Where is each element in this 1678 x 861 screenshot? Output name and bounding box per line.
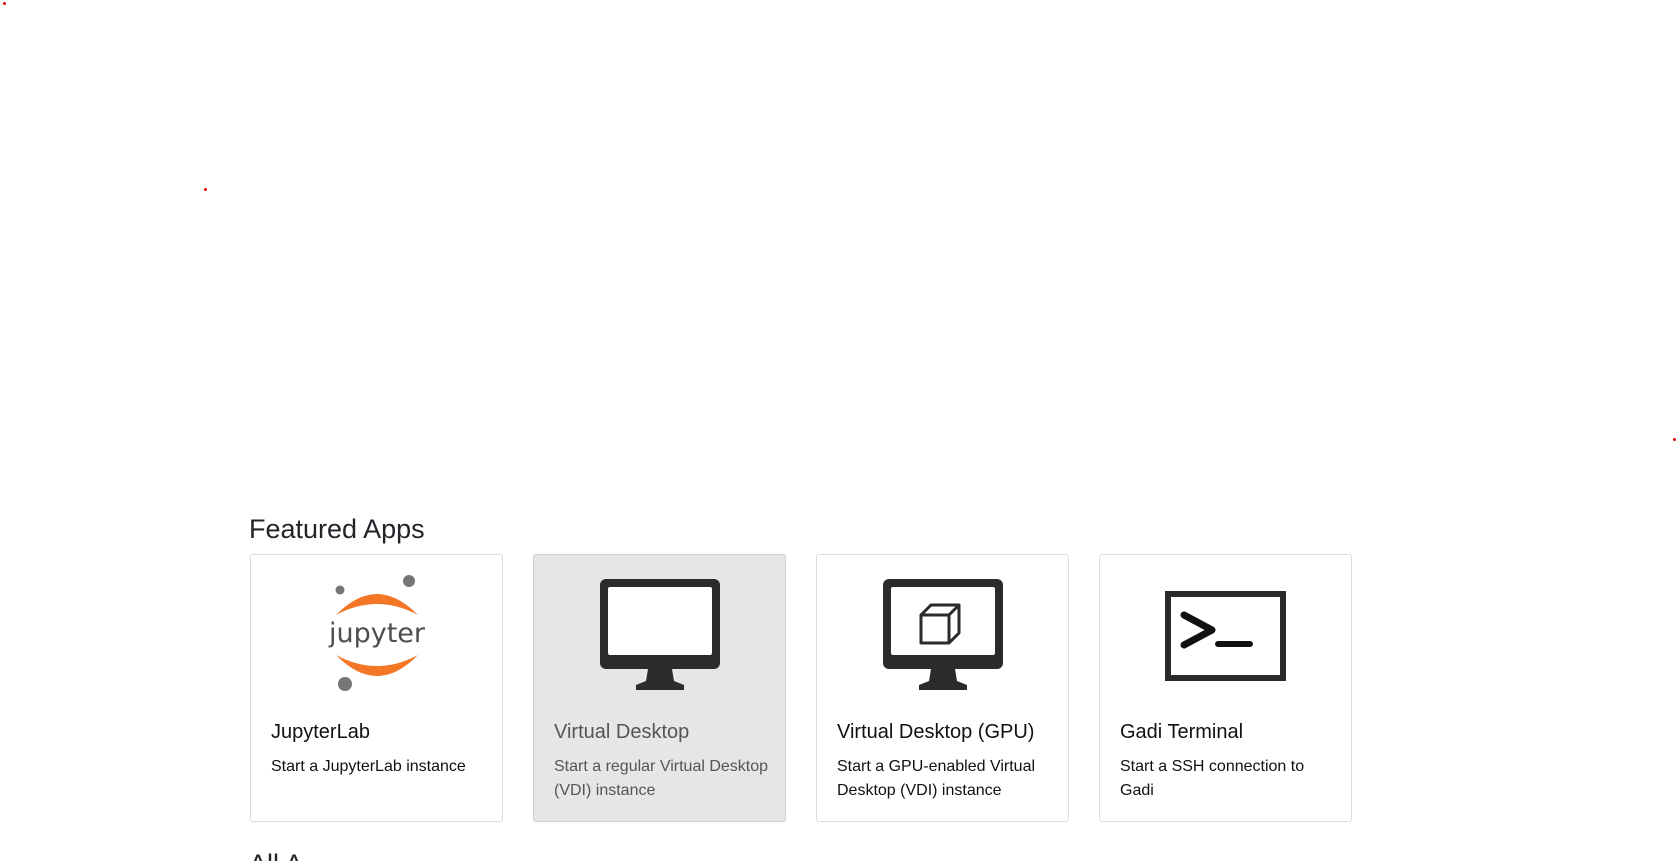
monitor-icon — [534, 575, 785, 695]
marker-dot — [204, 188, 207, 191]
app-description: Start a regular Virtual Desktop (VDI) in… — [554, 758, 769, 799]
app-card-virtual-desktop-gpu[interactable]: Virtual Desktop (GPU) Start a GPU-enable… — [816, 554, 1069, 822]
marker-dot — [3, 2, 6, 5]
app-description: Start a JupyterLab instance — [271, 758, 466, 775]
page: Featured Apps jupyter JupyterLab Start a… — [0, 0, 1678, 861]
app-description: Start a SSH connection to Gadi — [1120, 758, 1305, 799]
app-card-gadi-terminal[interactable]: Gadi Terminal Start a SSH connection to … — [1099, 554, 1352, 822]
marker-dot — [1673, 438, 1676, 441]
app-name: Virtual Desktop (GPU) — [837, 721, 1035, 743]
svg-text:jupyter: jupyter — [327, 618, 425, 649]
app-name: JupyterLab — [271, 721, 370, 743]
monitor-cube-icon — [817, 575, 1068, 695]
app-name: Virtual Desktop — [554, 721, 690, 743]
all-apps-heading: All A — [249, 846, 303, 861]
app-description: Start a GPU-enabled Virtual Desktop (VDI… — [837, 758, 1036, 799]
app-card-jupyterlab[interactable]: jupyter JupyterLab Start a JupyterLab in… — [250, 554, 503, 822]
app-card-virtual-desktop[interactable]: Virtual Desktop Start a regular Virtual … — [533, 554, 786, 822]
featured-apps-heading: Featured Apps — [249, 514, 425, 544]
jupyter-logo-icon: jupyter — [251, 575, 502, 695]
terminal-icon — [1100, 575, 1351, 695]
featured-apps-list: jupyter JupyterLab Start a JupyterLab in… — [250, 554, 1352, 822]
app-name: Gadi Terminal — [1120, 721, 1244, 743]
